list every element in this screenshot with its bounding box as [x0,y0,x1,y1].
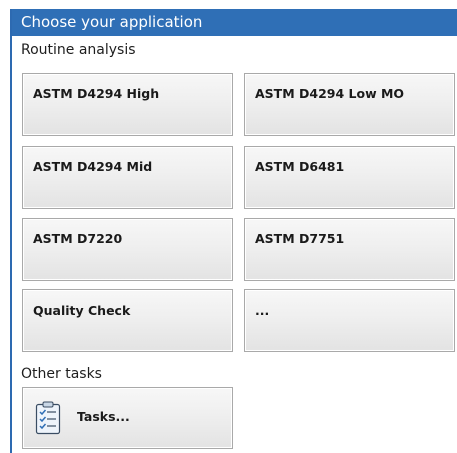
tile-label: ASTM D7220 [33,231,123,246]
tile-label: ... [255,303,270,318]
other-tasks-heading: Other tasks [21,366,102,382]
application-chooser-window: Choose your application Routine analysis… [10,9,457,453]
clipboard-checklist-icon [35,401,61,435]
tile-astm-d7751[interactable]: ASTM D7751 [244,218,455,281]
tile-label: ASTM D4294 High [33,86,160,101]
tasks-label: Tasks... [77,409,130,424]
tile-label: Quality Check [33,303,131,318]
tile-quality-check[interactable]: Quality Check [22,289,233,352]
tile-label: ASTM D4294 Mid [33,159,153,174]
tile-label: ASTM D7751 [255,231,345,246]
tasks-button[interactable]: Tasks... [22,387,233,449]
tile-more-applications[interactable]: ... [244,289,455,352]
tile-astm-d4294-low-mo[interactable]: ASTM D4294 Low MO [244,73,455,136]
tile-astm-d7220[interactable]: ASTM D7220 [22,218,233,281]
tile-label: ASTM D6481 [255,159,345,174]
routine-analysis-heading: Routine analysis [21,42,136,58]
window-title: Choose your application [12,9,457,36]
tile-label: ASTM D4294 Low MO [255,86,405,101]
tile-astm-d4294-high[interactable]: ASTM D4294 High [22,73,233,136]
tile-astm-d6481[interactable]: ASTM D6481 [244,146,455,209]
tile-astm-d4294-mid[interactable]: ASTM D4294 Mid [22,146,233,209]
